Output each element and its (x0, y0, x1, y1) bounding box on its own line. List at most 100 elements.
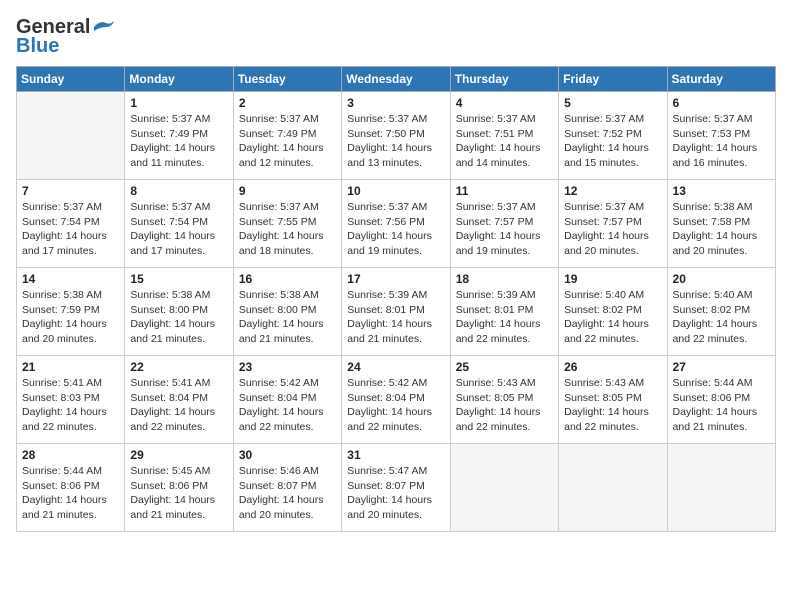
calendar-week-row: 28 Sunrise: 5:44 AM Sunset: 8:06 PM Dayli… (17, 444, 776, 532)
day-detail: Sunrise: 5:40 AM Sunset: 8:02 PM Dayligh… (564, 288, 661, 347)
calendar-cell: 21 Sunrise: 5:41 AM Sunset: 8:03 PM Dayli… (17, 356, 125, 444)
weekday-header-friday: Friday (559, 67, 667, 92)
calendar-cell: 27 Sunrise: 5:44 AM Sunset: 8:06 PM Dayli… (667, 356, 775, 444)
calendar-cell: 13 Sunrise: 5:38 AM Sunset: 7:58 PM Dayli… (667, 180, 775, 268)
day-detail: Sunrise: 5:38 AM Sunset: 8:00 PM Dayligh… (239, 288, 336, 347)
calendar-cell: 16 Sunrise: 5:38 AM Sunset: 8:00 PM Dayli… (233, 268, 341, 356)
calendar-cell: 6 Sunrise: 5:37 AM Sunset: 7:53 PM Daylig… (667, 92, 775, 180)
day-detail: Sunrise: 5:38 AM Sunset: 7:59 PM Dayligh… (22, 288, 119, 347)
day-detail: Sunrise: 5:37 AM Sunset: 7:50 PM Dayligh… (347, 112, 444, 171)
day-number: 13 (673, 184, 770, 198)
day-number: 29 (130, 448, 227, 462)
calendar-cell: 26Sunrise: 5:43 AM Sunset: 8:05 PM Dayli… (559, 356, 667, 444)
logo-blue-text: Blue (16, 35, 59, 58)
day-detail: Sunrise: 5:37 AM Sunset: 7:56 PM Dayligh… (347, 200, 444, 259)
calendar-cell: 7 Sunrise: 5:37 AM Sunset: 7:54 PM Daylig… (17, 180, 125, 268)
day-number: 28 (22, 448, 119, 462)
calendar-cell: 25 Sunrise: 5:43 AM Sunset: 8:05 PM Dayli… (450, 356, 558, 444)
day-number: 17 (347, 272, 444, 286)
calendar-cell: 24 Sunrise: 5:42 AM Sunset: 8:04 PM Dayli… (342, 356, 450, 444)
day-number: 15 (130, 272, 227, 286)
day-number: 24 (347, 360, 444, 374)
calendar-cell: 31Sunrise: 5:47 AM Sunset: 8:07 PM Dayli… (342, 444, 450, 532)
day-detail: Sunrise: 5:42 AM Sunset: 8:04 PM Dayligh… (347, 376, 444, 435)
day-detail: Sunrise: 5:44 AM Sunset: 8:06 PM Dayligh… (673, 376, 770, 435)
day-detail: Sunrise: 5:45 AM Sunset: 8:06 PM Dayligh… (130, 464, 227, 523)
weekday-header-monday: Monday (125, 67, 233, 92)
day-number: 21 (22, 360, 119, 374)
calendar-week-row: 1 Sunrise: 5:37 AM Sunset: 7:49 PM Daylig… (17, 92, 776, 180)
calendar-week-row: 7 Sunrise: 5:37 AM Sunset: 7:54 PM Daylig… (17, 180, 776, 268)
calendar-cell: 1 Sunrise: 5:37 AM Sunset: 7:49 PM Daylig… (125, 92, 233, 180)
day-number: 25 (456, 360, 553, 374)
day-detail: Sunrise: 5:42 AM Sunset: 8:04 PM Dayligh… (239, 376, 336, 435)
calendar-cell: 5 Sunrise: 5:37 AM Sunset: 7:52 PM Daylig… (559, 92, 667, 180)
day-detail: Sunrise: 5:38 AM Sunset: 7:58 PM Dayligh… (673, 200, 770, 259)
day-number: 20 (673, 272, 770, 286)
calendar-cell: 14 Sunrise: 5:38 AM Sunset: 7:59 PM Dayli… (17, 268, 125, 356)
calendar-cell: 20 Sunrise: 5:40 AM Sunset: 8:02 PM Dayli… (667, 268, 775, 356)
day-detail: Sunrise: 5:46 AM Sunset: 8:07 PM Dayligh… (239, 464, 336, 523)
day-number: 1 (130, 96, 227, 110)
calendar-cell (17, 92, 125, 180)
day-number: 5 (564, 96, 661, 110)
day-detail: Sunrise: 5:44 AM Sunset: 8:06 PM Dayligh… (22, 464, 119, 523)
calendar-cell: 15 Sunrise: 5:38 AM Sunset: 8:00 PM Dayli… (125, 268, 233, 356)
day-detail: Sunrise: 5:41 AM Sunset: 8:04 PM Dayligh… (130, 376, 227, 435)
calendar-cell (667, 444, 775, 532)
calendar-cell (559, 444, 667, 532)
weekday-header-wednesday: Wednesday (342, 67, 450, 92)
day-detail: Sunrise: 5:39 AM Sunset: 8:01 PM Dayligh… (456, 288, 553, 347)
day-number: 9 (239, 184, 336, 198)
logo: General Blue (16, 16, 114, 58)
calendar-cell: 30Sunrise: 5:46 AM Sunset: 8:07 PM Dayli… (233, 444, 341, 532)
day-number: 4 (456, 96, 553, 110)
calendar-cell: 2Sunrise: 5:37 AM Sunset: 7:49 PM Daylig… (233, 92, 341, 180)
weekday-header-saturday: Saturday (667, 67, 775, 92)
day-number: 16 (239, 272, 336, 286)
weekday-header-row: SundayMondayTuesdayWednesdayThursdayFrid… (17, 67, 776, 92)
weekday-header-thursday: Thursday (450, 67, 558, 92)
day-detail: Sunrise: 5:43 AM Sunset: 8:05 PM Dayligh… (456, 376, 553, 435)
calendar-cell: 8 Sunrise: 5:37 AM Sunset: 7:54 PM Daylig… (125, 180, 233, 268)
calendar-cell: 17 Sunrise: 5:39 AM Sunset: 8:01 PM Dayli… (342, 268, 450, 356)
calendar-cell: 3 Sunrise: 5:37 AM Sunset: 7:50 PM Daylig… (342, 92, 450, 180)
calendar-cell: 10Sunrise: 5:37 AM Sunset: 7:56 PM Dayli… (342, 180, 450, 268)
day-detail: Sunrise: 5:41 AM Sunset: 8:03 PM Dayligh… (22, 376, 119, 435)
calendar-cell: 11Sunrise: 5:37 AM Sunset: 7:57 PM Dayli… (450, 180, 558, 268)
day-detail: Sunrise: 5:40 AM Sunset: 8:02 PM Dayligh… (673, 288, 770, 347)
calendar-cell: 9 Sunrise: 5:37 AM Sunset: 7:55 PM Daylig… (233, 180, 341, 268)
day-detail: Sunrise: 5:38 AM Sunset: 8:00 PM Dayligh… (130, 288, 227, 347)
day-detail: Sunrise: 5:37 AM Sunset: 7:55 PM Dayligh… (239, 200, 336, 259)
day-detail: Sunrise: 5:37 AM Sunset: 7:53 PM Dayligh… (673, 112, 770, 171)
calendar-cell: 19 Sunrise: 5:40 AM Sunset: 8:02 PM Dayli… (559, 268, 667, 356)
day-number: 27 (673, 360, 770, 374)
day-number: 8 (130, 184, 227, 198)
day-number: 7 (22, 184, 119, 198)
calendar-cell: 22 Sunrise: 5:41 AM Sunset: 8:04 PM Dayli… (125, 356, 233, 444)
day-number: 26 (564, 360, 661, 374)
day-detail: Sunrise: 5:37 AM Sunset: 7:54 PM Dayligh… (130, 200, 227, 259)
page-header: General Blue (16, 16, 776, 58)
day-detail: Sunrise: 5:37 AM Sunset: 7:52 PM Dayligh… (564, 112, 661, 171)
day-number: 31 (347, 448, 444, 462)
day-number: 3 (347, 96, 444, 110)
day-detail: Sunrise: 5:37 AM Sunset: 7:57 PM Dayligh… (456, 200, 553, 259)
day-number: 6 (673, 96, 770, 110)
day-detail: Sunrise: 5:37 AM Sunset: 7:49 PM Dayligh… (239, 112, 336, 171)
day-detail: Sunrise: 5:39 AM Sunset: 8:01 PM Dayligh… (347, 288, 444, 347)
day-number: 14 (22, 272, 119, 286)
calendar-cell: 29 Sunrise: 5:45 AM Sunset: 8:06 PM Dayli… (125, 444, 233, 532)
day-number: 22 (130, 360, 227, 374)
calendar-cell: 18Sunrise: 5:39 AM Sunset: 8:01 PM Dayli… (450, 268, 558, 356)
day-detail: Sunrise: 5:37 AM Sunset: 7:51 PM Dayligh… (456, 112, 553, 171)
day-number: 19 (564, 272, 661, 286)
day-detail: Sunrise: 5:37 AM Sunset: 7:57 PM Dayligh… (564, 200, 661, 259)
logo-bird-icon (92, 19, 114, 35)
day-detail: Sunrise: 5:37 AM Sunset: 7:54 PM Dayligh… (22, 200, 119, 259)
day-detail: Sunrise: 5:37 AM Sunset: 7:49 PM Dayligh… (130, 112, 227, 171)
day-number: 23 (239, 360, 336, 374)
calendar-cell: 28 Sunrise: 5:44 AM Sunset: 8:06 PM Dayli… (17, 444, 125, 532)
weekday-header-sunday: Sunday (17, 67, 125, 92)
day-number: 12 (564, 184, 661, 198)
